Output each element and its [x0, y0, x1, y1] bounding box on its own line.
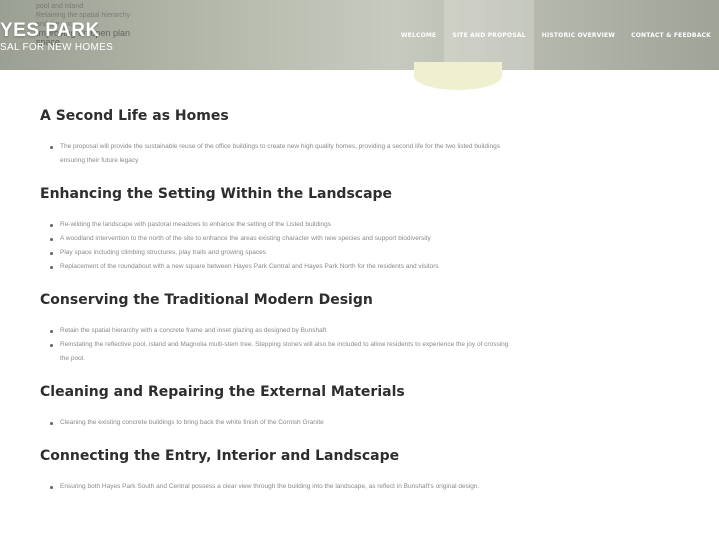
- list-item: Retain the spatial hierarchy with a conc…: [50, 324, 680, 338]
- decorative-accent-shape: [414, 62, 502, 90]
- bullet-list: Re-wilding the landscape with pastoral m…: [50, 218, 680, 274]
- section-title: Cleaning and Repairing the External Mate…: [40, 384, 405, 400]
- header-ghost-line: pool and island: [36, 3, 84, 10]
- section-title: A Second Life as Homes: [40, 108, 229, 124]
- section-title: Enhancing the Setting Within the Landsca…: [40, 186, 393, 202]
- main-nav: WELCOME SITE AND PROPOSAL HISTORIC OVERV…: [393, 0, 719, 70]
- list-item-continuation: ensuring their future legacy: [60, 157, 139, 164]
- bullet-list: Retain the spatial hierarchy with a conc…: [50, 324, 680, 366]
- nav-site-and-proposal[interactable]: SITE AND PROPOSAL: [444, 0, 534, 70]
- list-item: Play space including climbing structures…: [50, 246, 680, 260]
- nav-contact-feedback[interactable]: CONTACT & FEEDBACK: [623, 0, 719, 70]
- site-header: pool and island Retaining the spatial hi…: [0, 0, 719, 70]
- header-ghost-line: Retaining the spatial hierarchy: [36, 12, 131, 19]
- list-item: Ensuring both Hayes Park South and Centr…: [50, 480, 680, 494]
- list-item: A woodland intervention to the north of …: [50, 232, 680, 246]
- nav-historic-overview[interactable]: HISTORIC OVERVIEW: [534, 0, 623, 70]
- list-item-continuation: the pool.: [60, 355, 85, 362]
- section-title: Conserving the Traditional Modern Design: [40, 292, 373, 308]
- main-content: A Second Life as Homes The proposal will…: [40, 108, 680, 512]
- nav-welcome[interactable]: WELCOME: [393, 0, 445, 70]
- bullet-list: Ensuring both Hayes Park South and Centr…: [50, 480, 680, 494]
- bullet-list: Cleaning the existing concrete buildings…: [50, 416, 680, 430]
- list-item: The proposal will provide the sustainabl…: [50, 140, 680, 154]
- list-item: Replacement of the roundabout with a new…: [50, 260, 680, 274]
- list-item: Reinstating the reflective pool, island …: [50, 338, 680, 352]
- bullet-list: The proposal will provide the sustainabl…: [50, 140, 680, 168]
- list-item: Re-wilding the landscape with pastoral m…: [50, 218, 680, 232]
- site-title[interactable]: YES PARK: [0, 20, 100, 42]
- site-subtitle: SAL FOR NEW HOMES: [0, 42, 114, 53]
- section-title: Connecting the Entry, Interior and Lands…: [40, 448, 400, 464]
- list-item: Cleaning the existing concrete buildings…: [50, 416, 680, 430]
